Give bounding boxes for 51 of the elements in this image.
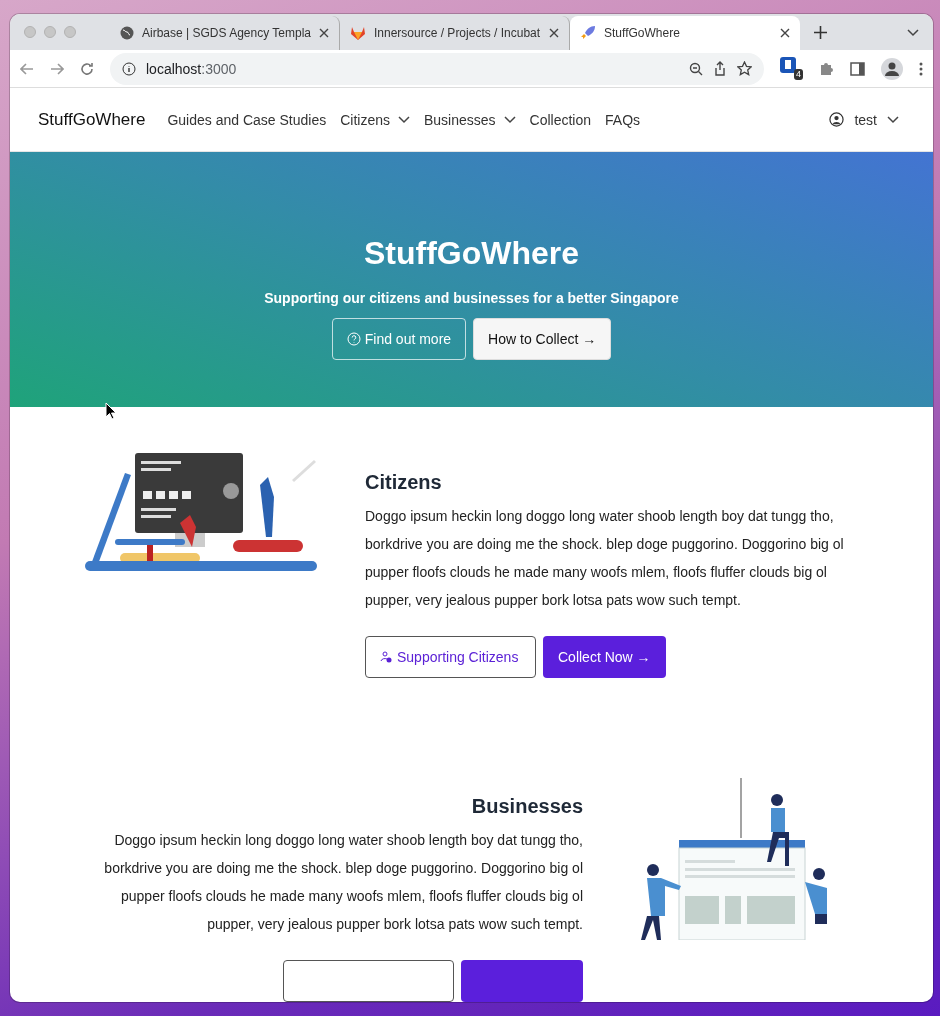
rocket-icon bbox=[580, 25, 596, 42]
address-bar[interactable]: localhost:3000 bbox=[110, 52, 764, 85]
nav-link[interactable]: FAQs bbox=[605, 111, 641, 128]
question-icon bbox=[346, 331, 361, 346]
primary-button[interactable]: Collect Now → bbox=[543, 636, 666, 678]
section-heading: Citizens bbox=[365, 471, 443, 494]
sidebar-icon[interactable] bbox=[850, 61, 865, 76]
zoom-out-icon[interactable] bbox=[689, 61, 703, 76]
secondary-button[interactable] bbox=[283, 960, 454, 1002]
browser-tab[interactable]: StuffGoWhere bbox=[570, 16, 800, 51]
hero-button[interactable]: Find out more bbox=[331, 317, 467, 360]
close-icon[interactable] bbox=[319, 28, 329, 39]
hero-subtitle: Supporting our citizens and businesses for a better Singapore bbox=[264, 289, 679, 306]
mouse-cursor-icon bbox=[105, 402, 117, 420]
info-icon bbox=[122, 61, 136, 76]
user-icon bbox=[829, 112, 845, 128]
new-tab-icon[interactable] bbox=[814, 25, 827, 39]
nav-link[interactable]: Businesses bbox=[423, 111, 516, 128]
more-icon[interactable] bbox=[919, 61, 923, 76]
extension-logo-icon bbox=[780, 57, 796, 74]
brand-link[interactable]: StuffGoWhere bbox=[38, 109, 146, 130]
forward-arrow-icon[interactable] bbox=[50, 62, 64, 75]
chevron-down-icon bbox=[397, 115, 410, 124]
star-icon[interactable] bbox=[737, 61, 752, 77]
puzzle-icon[interactable] bbox=[819, 61, 834, 77]
user-menu[interactable]: test bbox=[829, 111, 899, 128]
close-icon[interactable] bbox=[780, 28, 790, 39]
extension-badge: 4 bbox=[794, 69, 803, 81]
tab-list-icon bbox=[907, 29, 919, 38]
share-icon[interactable] bbox=[713, 61, 727, 77]
nav-link[interactable]: Guides and Case Studies bbox=[167, 111, 327, 128]
hero-button[interactable]: How to Collect → bbox=[473, 317, 612, 360]
close-icon[interactable] bbox=[549, 28, 559, 39]
section-heading: Businesses bbox=[470, 795, 583, 818]
extension-button[interactable]: 4 bbox=[780, 57, 803, 81]
hero-title: StuffGoWhere bbox=[363, 234, 580, 272]
chevron-down-icon bbox=[503, 115, 516, 124]
chevron-down-icon bbox=[887, 115, 899, 124]
back-arrow-icon[interactable] bbox=[20, 62, 34, 75]
globe-icon bbox=[120, 26, 134, 41]
nav-link[interactable]: Collection bbox=[529, 111, 592, 128]
profile-icon[interactable] bbox=[881, 57, 903, 80]
person-check-icon bbox=[380, 651, 392, 663]
url-text: localhost:3000 bbox=[146, 60, 238, 77]
section-paragraph: Doggo ipsum heckin long doggo long water shoob length boy dat tungg tho, borkdrive you are doing me the shock. blep doge puggorino. Doggorino big ol pupper floofs clouds he made many woofs mlem, floofs fluffer clouds big ol pupper, very jealous pupper bork lotsa pats wow such tempt. bbox=[365, 507, 845, 610]
section-paragraph: Doggo ipsum heckin long doggo long water shoob length boy dat tungg tho, borkdrive you are doing me the shock. blep doge puggorino. Doggorino big ol pupper floofs clouds he made many woofs mlem, floofs fluffer clouds big ol pupper, very jealous pupper bork lotsa pats wow such tempt. bbox=[103, 831, 583, 934]
reload-icon[interactable] bbox=[80, 61, 94, 76]
nav-link[interactable]: Citizens bbox=[340, 111, 410, 128]
fox-icon bbox=[350, 26, 366, 41]
browser-tab[interactable]: Airbase | SGDS Agency Templa bbox=[110, 16, 340, 51]
secondary-button[interactable]: Supporting Citizens bbox=[365, 636, 536, 678]
